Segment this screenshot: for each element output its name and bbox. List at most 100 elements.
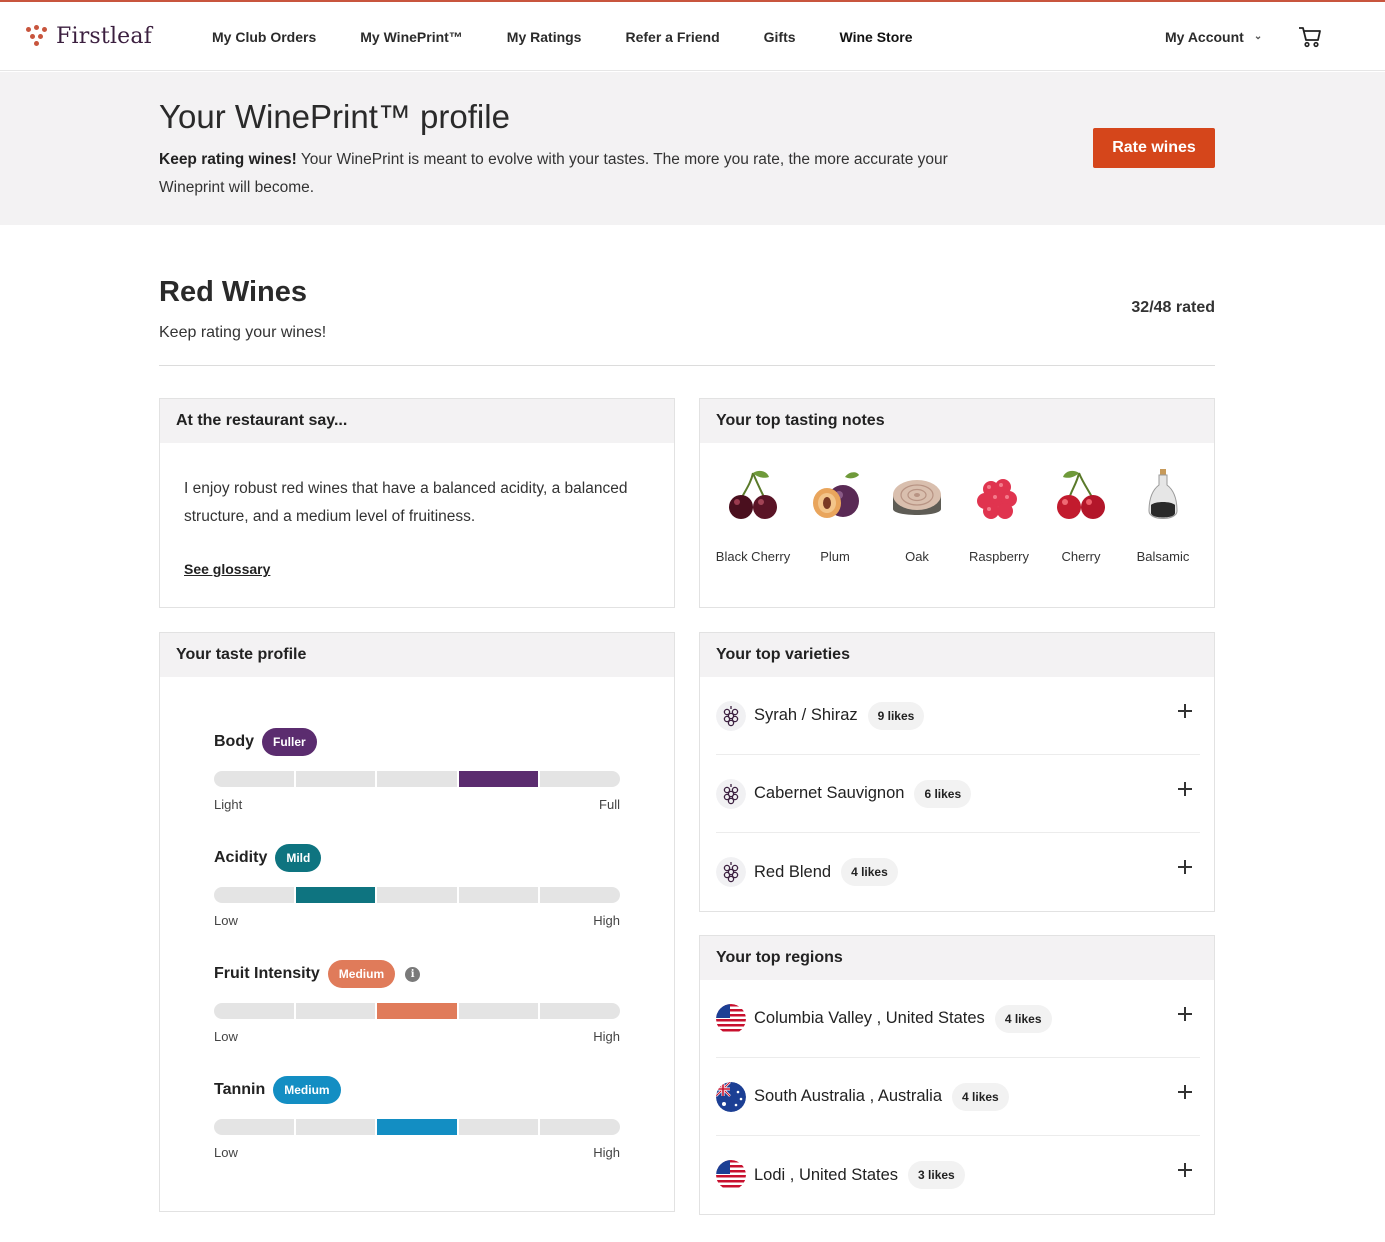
variety-name: Cabernet Sauvignon xyxy=(754,784,905,802)
scale-segment xyxy=(377,887,457,903)
scale-segment xyxy=(540,1003,620,1019)
likes-badge: 4 likes xyxy=(994,1004,1052,1033)
tasting-note-label: Plum xyxy=(820,549,850,564)
expand-plus-icon[interactable] xyxy=(1178,1007,1192,1021)
expand-plus-icon[interactable] xyxy=(1178,782,1192,796)
scale-high-label: High xyxy=(593,1029,620,1044)
scale-low-label: Low xyxy=(214,1145,238,1160)
attribute-badge: Mild xyxy=(275,844,322,872)
attribute-name: Tannin xyxy=(214,1081,266,1098)
info-icon[interactable]: i xyxy=(405,966,421,982)
attribute-badge: Medium xyxy=(327,960,396,988)
cart-icon[interactable] xyxy=(1298,26,1322,48)
top-varieties-heading: Your top varieties xyxy=(700,633,1214,677)
tasting-note-label: Cherry xyxy=(1061,549,1101,564)
tasting-note-oak: Oak xyxy=(876,467,958,568)
top-nav: Firstleaf My Club Orders My WinePrint™ M… xyxy=(0,2,1385,71)
us-flag-icon xyxy=(716,1160,746,1190)
expand-plus-icon[interactable] xyxy=(1178,1163,1192,1177)
expand-plus-icon[interactable] xyxy=(1178,1085,1192,1099)
grape-icon xyxy=(716,857,746,887)
tasting-note-label: Oak xyxy=(905,549,929,564)
grape-icon xyxy=(716,700,746,731)
rate-wines-button[interactable]: Rate wines xyxy=(1093,128,1215,168)
black-cherry-icon xyxy=(729,470,777,519)
likes-badge: 9 likes xyxy=(867,701,925,730)
attribute-badge: Medium xyxy=(273,1076,341,1104)
region-name: Lodi , United States xyxy=(754,1165,899,1184)
likes-badge: 4 likes xyxy=(952,1082,1009,1111)
nav-my-club-orders[interactable]: My Club Orders xyxy=(212,29,316,45)
restaurant-card: At the restaurant say... I enjoy robust … xyxy=(159,398,675,608)
variety-row[interactable]: Cabernet Sauvignon 6 likes xyxy=(716,755,1200,833)
scale-segment xyxy=(214,887,294,903)
likes-badge: 4 likes xyxy=(841,858,898,886)
taste-attribute-body: Body Fuller Light Full xyxy=(214,727,620,812)
scale-segment xyxy=(377,771,457,787)
see-glossary-link[interactable]: See glossary xyxy=(184,561,270,577)
restaurant-card-heading: At the restaurant say... xyxy=(160,399,674,443)
nav-my-ratings[interactable]: My Ratings xyxy=(507,29,582,45)
wineprint-hero: Your WinePrint™ profile Keep rating wine… xyxy=(0,72,1385,225)
region-name: South Australia , Australia xyxy=(754,1087,943,1105)
my-account-label: My Account xyxy=(1165,28,1244,45)
tasting-note-balsamic: Balsamic xyxy=(1122,467,1204,568)
page-title: Your WinePrint™ profile xyxy=(159,98,510,135)
section-divider xyxy=(159,365,1215,366)
scale-low-label: Low xyxy=(214,913,238,928)
nav-links: My Club Orders My WinePrint™ My Ratings … xyxy=(212,2,957,71)
expand-plus-icon[interactable] xyxy=(1178,860,1192,874)
tasting-note-plum: Plum xyxy=(794,467,876,568)
nav-refer-a-friend[interactable]: Refer a Friend xyxy=(625,29,719,45)
attribute-name: Fruit Intensity xyxy=(214,965,320,982)
grape-icon xyxy=(716,778,746,809)
variety-name: Red Blend xyxy=(754,862,832,881)
section-title: Red Wines xyxy=(159,276,307,308)
nav-gifts[interactable]: Gifts xyxy=(764,29,796,45)
taste-attribute-acidity: Acidity Mild Low High xyxy=(214,843,620,928)
restaurant-text: I enjoy robust red wines that have a bal… xyxy=(184,480,628,525)
scale-segment xyxy=(214,771,294,787)
region-name: Columbia Valley , United States xyxy=(754,1009,985,1027)
cherry-icon xyxy=(1057,470,1105,519)
variety-row[interactable]: Syrah / Shiraz 9 likes xyxy=(716,677,1200,755)
rated-count: 32/48 rated xyxy=(1131,299,1215,316)
logo[interactable]: Firstleaf xyxy=(26,20,152,52)
scale-high-label: High xyxy=(593,1145,620,1160)
raspberry-icon xyxy=(977,479,1017,519)
attribute-badge: Fuller xyxy=(262,728,317,756)
us-flag-icon xyxy=(716,1003,746,1034)
scale-low-label: Light xyxy=(214,797,243,812)
region-row[interactable]: Columbia Valley , United States 4 likes xyxy=(716,980,1200,1058)
region-row[interactable]: Lodi , United States 3 likes xyxy=(716,1136,1200,1214)
top-varieties-card: Your top varieties Syrah / Shiraz 9 like… xyxy=(699,632,1215,912)
taste-profile-heading: Your taste profile xyxy=(160,633,674,677)
variety-name: Syrah / Shiraz xyxy=(754,706,858,724)
nav-my-wineprint[interactable]: My WinePrint™ xyxy=(360,29,463,45)
tasting-notes-heading: Your top tasting notes xyxy=(700,399,1214,443)
likes-badge: 3 likes xyxy=(908,1161,965,1189)
region-row[interactable]: South Australia , Australia 4 likes xyxy=(716,1058,1200,1136)
tasting-note-label: Black Cherry xyxy=(715,549,791,564)
scale-segment-active xyxy=(377,1119,457,1135)
attribute-scale-bar xyxy=(214,887,620,903)
scale-low-label: Low xyxy=(214,1029,238,1044)
scale-segment xyxy=(458,1119,539,1135)
taste-attribute-fruit-intensity: Fruit Intensity Medium i Low High xyxy=(214,959,620,1044)
scale-segment xyxy=(295,1119,376,1135)
my-account-menu[interactable]: My Account ⌄ xyxy=(1165,2,1262,71)
scale-high-label: High xyxy=(593,913,620,928)
nav-wine-store[interactable]: Wine Store xyxy=(840,29,913,45)
section-subtitle: Keep rating your wines! xyxy=(159,324,327,341)
balsamic-icon xyxy=(1148,469,1178,519)
scale-segment-active xyxy=(458,771,539,787)
tasting-notes-card: Your top tasting notes Black Cherry Plum… xyxy=(699,398,1215,608)
scale-segment xyxy=(540,771,620,787)
hero-lead-bold: Keep rating wines! xyxy=(159,151,297,168)
attribute-name: Body xyxy=(214,733,254,750)
attribute-scale-bar xyxy=(214,771,620,787)
expand-plus-icon[interactable] xyxy=(1178,704,1192,718)
scale-segment xyxy=(540,887,620,903)
attribute-scale-bar xyxy=(214,1003,620,1019)
variety-row[interactable]: Red Blend 4 likes xyxy=(716,833,1200,911)
